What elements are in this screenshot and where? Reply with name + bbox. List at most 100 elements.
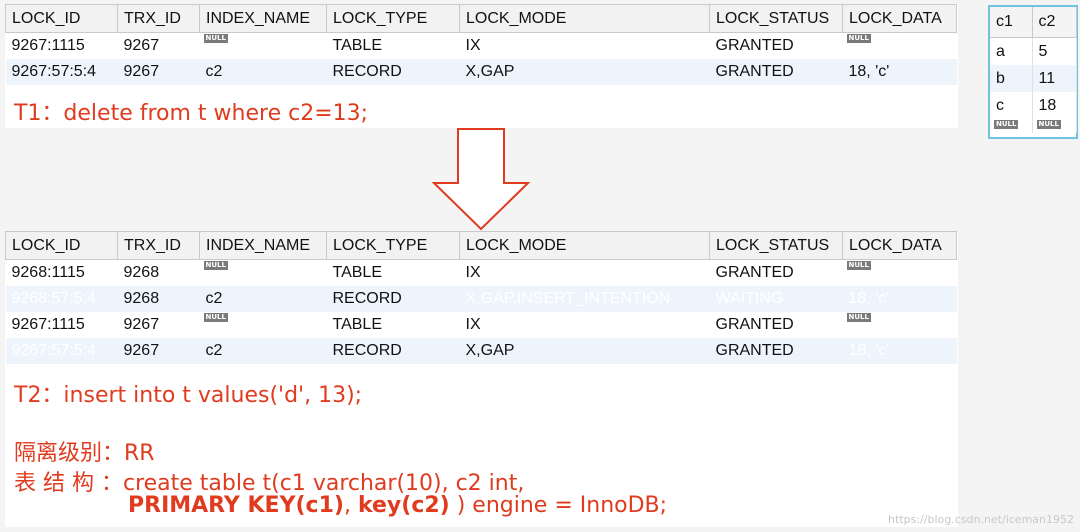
null-badge: NULL xyxy=(846,313,871,322)
column-header[interactable]: LOCK_TYPE xyxy=(326,4,460,33)
cell-lock-type[interactable]: TABLE xyxy=(327,33,460,60)
cell-lock-type[interactable]: RECORD xyxy=(326,59,460,85)
cell-lock-status[interactable]: GRANTED xyxy=(709,59,843,85)
cell-index-name[interactable]: c2 xyxy=(199,338,327,364)
schema-line-2: PRIMARY KEY(c1), key(c2) ) engine = Inno… xyxy=(128,493,667,518)
lock-table-t1: LOCK_ID TRX_ID INDEX_NAME LOCK_TYPE LOCK_MOD… xyxy=(5,4,957,85)
null-badge: NULL xyxy=(846,34,871,43)
null-badge: NULL xyxy=(846,261,871,270)
cell-lock-mode[interactable]: IX xyxy=(460,312,710,338)
cell-lock-id[interactable]: 9268:1115 xyxy=(6,260,118,287)
cell-index-name[interactable]: NULL xyxy=(200,312,327,338)
watermark: https://blog.csdn.net/iceman1952 xyxy=(888,513,1074,526)
table-row[interactable]: 9267:1115 9267 NULL TABLE IX GRANTED NULL xyxy=(6,312,957,338)
null-badge: NULL xyxy=(203,34,228,43)
cell-lock-status[interactable]: WAITING xyxy=(709,286,843,312)
cell-lock-mode[interactable]: X,GAP,INSERT_INTENTION xyxy=(459,286,710,312)
cell-c2[interactable]: 11 xyxy=(1032,65,1077,92)
caption-t2: T2：insert into t values('d', 13); xyxy=(14,383,363,408)
cell-lock-status[interactable]: GRANTED xyxy=(710,33,843,60)
cell-index-name[interactable]: NULL xyxy=(200,33,327,60)
column-header[interactable]: TRX_ID xyxy=(117,4,200,33)
data-table-panel: c1 c2 a 5 b 11 c 18 NULL NULL xyxy=(988,5,1078,139)
column-header[interactable]: INDEX_NAME xyxy=(199,4,327,33)
cell-index-name[interactable]: c2 xyxy=(199,59,327,85)
table-row[interactable]: b 11 xyxy=(990,65,1077,92)
isolation-level-line: 隔离级别：RR xyxy=(14,441,155,466)
table-row[interactable]: a5 xyxy=(990,37,1077,65)
cell-index-name[interactable]: NULL xyxy=(200,260,327,287)
key-text: key(c2) xyxy=(357,493,450,518)
cell-lock-type[interactable]: RECORD xyxy=(326,338,460,364)
lock-table-t2: LOCK_ID TRX_ID INDEX_NAME LOCK_TYPE LOCK_MOD… xyxy=(5,231,957,364)
cell-lock-mode[interactable]: IX xyxy=(460,260,710,287)
cell-lock-id[interactable]: 9267:57:5:4 xyxy=(5,338,118,364)
cell-lock-data[interactable]: 18, 'c' xyxy=(842,59,957,85)
column-header[interactable]: c2 xyxy=(1032,7,1077,38)
null-badge: NULL xyxy=(203,313,228,322)
table-row[interactable]: 9267:1115 9267 NULL TABLE IX GRANTED NULL xyxy=(6,33,957,60)
cell-c2[interactable]: 18 xyxy=(1032,92,1077,119)
table-row[interactable]: 9267:57:5:4 9267 c2 RECORD X,GAP GRANTED 18, '… xyxy=(5,338,957,364)
data-table: c1 c2 a 5 b 11 c 18 NULL NULL xyxy=(990,7,1077,133)
cell-trx-id[interactable]: 9268 xyxy=(117,286,200,312)
cell-c1[interactable]: a xyxy=(990,37,1033,65)
cell-lock-status[interactable]: GRANTED xyxy=(709,338,843,364)
cell-lock-status[interactable]: GRANTED xyxy=(710,260,843,287)
cell-lock-type[interactable]: RECORD xyxy=(326,286,460,312)
cell-lock-data[interactable]: 18, 'c' xyxy=(842,286,957,312)
cell-lock-data[interactable]: NULL xyxy=(843,260,957,287)
cell-lock-mode[interactable]: IX xyxy=(460,33,710,60)
column-header[interactable]: LOCK_ID xyxy=(5,231,118,260)
cell-lock-id[interactable]: 9267:57:5:4 xyxy=(5,59,118,85)
cell-lock-id[interactable]: 9267:1115 xyxy=(6,312,118,338)
engine-text: ) engine = InnoDB; xyxy=(449,493,668,518)
table-header: LOCK_ID TRX_ID INDEX_NAME LOCK_TYPE LOCK_MOD… xyxy=(5,231,957,260)
table-header: LOCK_ID TRX_ID INDEX_NAME LOCK_TYPE LOCK_MOD… xyxy=(5,4,957,33)
table-row-new[interactable]: NULL NULL xyxy=(990,119,1077,133)
cell-index-name[interactable]: c2 xyxy=(199,286,327,312)
cell-lock-data[interactable]: NULL xyxy=(843,312,957,338)
cell-null[interactable]: NULL xyxy=(990,119,1033,133)
column-header[interactable]: LOCK_DATA xyxy=(842,231,957,260)
table-row[interactable]: 9268:57:5:4 9268 c2 RECORD X,GAP,INSERT_INTE… xyxy=(5,286,957,312)
column-header[interactable]: LOCK_TYPE xyxy=(326,231,460,260)
cell-trx-id[interactable]: 9267 xyxy=(117,59,200,85)
caption-t1: T1：delete from t where c2=13; xyxy=(14,101,369,126)
column-header[interactable]: LOCK_STATUS xyxy=(709,231,843,260)
null-badge: NULL xyxy=(1036,120,1061,129)
cell-trx-id[interactable]: 9267 xyxy=(117,338,200,364)
null-badge: NULL xyxy=(994,120,1019,129)
column-header[interactable]: LOCK_MODE xyxy=(459,231,710,260)
cell-c1[interactable]: c xyxy=(990,92,1033,119)
cell-lock-status[interactable]: GRANTED xyxy=(710,312,843,338)
column-header[interactable]: LOCK_STATUS xyxy=(709,4,843,33)
cell-lock-id[interactable]: 9268:57:5:4 xyxy=(5,286,118,312)
arrow-down-icon xyxy=(431,128,531,231)
cell-null[interactable]: NULL xyxy=(1032,119,1077,133)
cell-c1[interactable]: b xyxy=(990,65,1033,92)
cell-trx-id[interactable]: 9268 xyxy=(118,260,200,287)
cell-lock-data[interactable]: NULL xyxy=(843,33,957,60)
table-row[interactable]: c 18 xyxy=(990,92,1077,119)
primary-key-text: PRIMARY KEY(c1) xyxy=(128,493,344,518)
cell-lock-data[interactable]: 18, 'c' xyxy=(842,338,957,364)
null-badge: NULL xyxy=(203,261,228,270)
cell-c2[interactable]: 5 xyxy=(1032,37,1077,65)
column-header[interactable]: LOCK_ID xyxy=(5,4,118,33)
column-header[interactable]: LOCK_MODE xyxy=(459,4,710,33)
column-header[interactable]: TRX_ID xyxy=(117,231,200,260)
cell-trx-id[interactable]: 9267 xyxy=(118,33,200,60)
table-row[interactable]: 9268:1115 9268 NULL TABLE IX GRANTED NULL xyxy=(6,260,957,287)
cell-lock-type[interactable]: TABLE xyxy=(327,312,460,338)
cell-trx-id[interactable]: 9267 xyxy=(118,312,200,338)
table-row[interactable]: 9267:57:5:4 9267 c2 RECORD X,GAP GRANTED 18, '… xyxy=(5,59,957,85)
cell-lock-mode[interactable]: X,GAP xyxy=(459,338,710,364)
column-header[interactable]: c1 xyxy=(990,7,1033,38)
cell-lock-type[interactable]: TABLE xyxy=(327,260,460,287)
column-header[interactable]: INDEX_NAME xyxy=(199,231,327,260)
separator-text: , xyxy=(343,493,358,518)
cell-lock-id[interactable]: 9267:1115 xyxy=(6,33,118,60)
column-header[interactable]: LOCK_DATA xyxy=(842,4,957,33)
cell-lock-mode[interactable]: X,GAP xyxy=(459,59,710,85)
